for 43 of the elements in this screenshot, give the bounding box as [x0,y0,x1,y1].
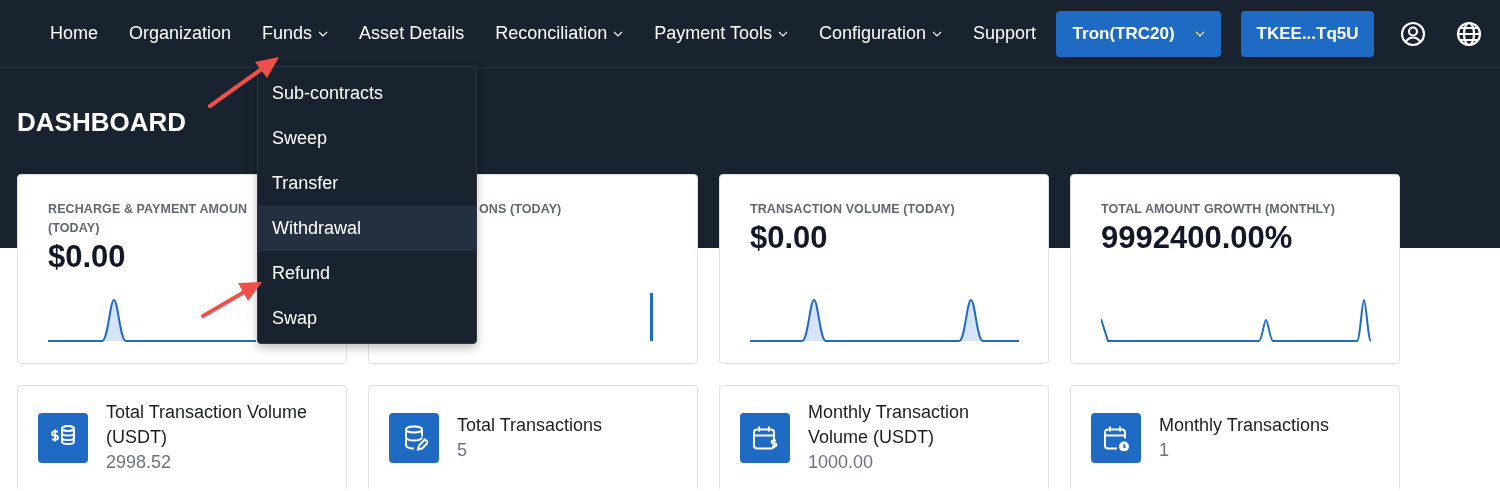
nav-menu-item[interactable]: Asset Details [344,13,480,54]
dropdown-menu-item[interactable]: Transfer [258,161,476,206]
user-icon[interactable] [1400,20,1427,47]
metric-label: TOTAL AMOUNT GROWTH (MONTHLY) [1101,201,1335,218]
globe-icon[interactable] [1456,20,1483,47]
chevron-down-icon [932,30,943,37]
nav-menu-item[interactable]: Organization [114,13,247,54]
nav-menu-item[interactable]: Support [958,13,1052,54]
metric-label: (TODAY) [48,220,100,237]
dropdown-menu-item[interactable]: Withdrawal [258,206,476,251]
calendar-dollar-icon [751,424,779,451]
dropdown-menu-item[interactable]: Swap [258,296,476,341]
metric-label: RECHARGE & PAYMENT AMOUN [48,201,248,218]
stat-value: 1 [1159,438,1170,462]
network-select[interactable]: Tron(TRC20) [1056,10,1222,57]
metric-value: $0.00 [48,239,126,275]
metric-value: 9992400.00% [1101,220,1293,256]
page-title: DASHBOARD [17,106,186,139]
stat-title: Total Transactions [457,413,603,437]
chevron-down-icon [1194,30,1205,37]
stat-title: Monthly Transaction Volume (USDT) [808,401,971,449]
calendar-clock-icon [1102,424,1130,451]
sparkline-bar [650,293,653,341]
nav-menu-item[interactable]: Home [35,13,113,54]
wallet-address-button[interactable]: TKEE...Tq5U [1241,10,1375,57]
stat-value: 2998.52 [106,451,173,474]
dropdown-menu-item[interactable]: Sub-contracts [258,71,476,116]
nav-menu-item[interactable]: Payment Tools [639,13,803,54]
metric-label: ONS (TODAY) [478,201,562,218]
metric-label: TRANSACTION VOLUME (TODAY) [750,201,955,218]
chevron-down-icon [777,30,788,37]
chevron-down-icon [318,30,329,37]
nav-menu-item[interactable]: Reconciliation [480,13,639,54]
metric-value: $0.00 [750,220,828,256]
dropdown-menu-item[interactable]: Sweep [258,116,476,161]
stat-value: 1000.00 [808,451,875,474]
chevron-down-icon [613,30,624,37]
stat-title: Total Transaction Volume (USDT) [106,401,309,449]
stat-value: 5 [457,438,468,462]
stat-title: Monthly Transactions [1159,413,1330,437]
nav-menu-item[interactable]: Configuration [803,13,958,54]
dropdown-menu-item[interactable]: Refund [258,251,476,296]
nav-menu-item[interactable]: Funds [247,13,344,54]
